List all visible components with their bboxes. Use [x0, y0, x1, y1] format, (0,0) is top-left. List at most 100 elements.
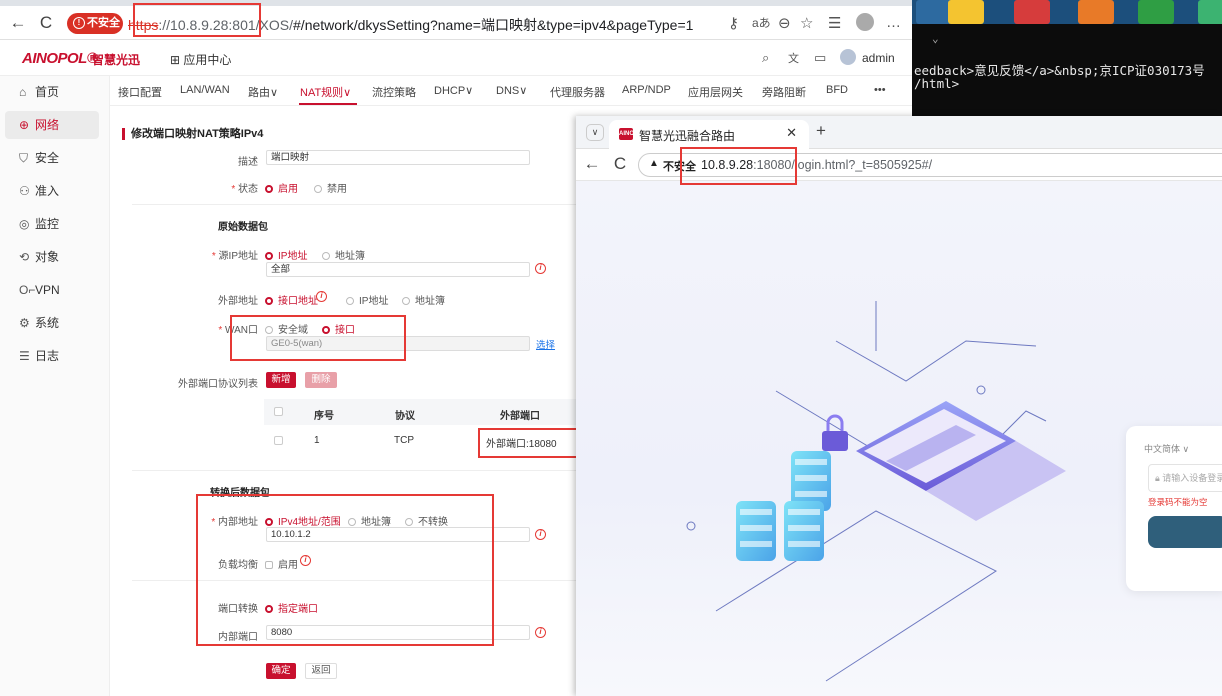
nav-tab-1[interactable]: LAN/WAN — [180, 84, 230, 96]
monitor-icon: ◎ — [19, 217, 30, 231]
sidebar-item-0[interactable]: ⌂ 首页 — [5, 78, 99, 106]
home-icon: ⌂ — [19, 85, 27, 99]
back-arrow-icon[interactable]: ← — [582, 154, 602, 174]
row-checkbox[interactable] — [274, 436, 283, 445]
sidebar: ⌂ 首页 ⊕ 网络 ⛉ 安全 ⚇ 准入 ◎ 监控 ⟲ 对象 O⌐VPN ⚙ 系统 ☰ 日志 — [0, 76, 110, 696]
src-book-radio[interactable]: 地址簿 — [322, 247, 365, 262]
warning-icon: i — [316, 291, 327, 302]
profile-icon[interactable] — [856, 13, 874, 31]
app-center-link[interactable]: ⊞ 应用中心 — [170, 51, 231, 68]
nav-tab-2[interactable]: 路由∨ — [248, 84, 278, 100]
app-icon[interactable] — [1078, 0, 1114, 24]
delete-button[interactable]: 删除 — [305, 372, 337, 388]
sidebar-item-7[interactable]: ⚙ 系统 — [5, 309, 99, 337]
zoom-icon[interactable]: ⊖ — [778, 14, 791, 32]
status-label: * 状态 — [231, 184, 258, 195]
column-header: 协议 — [395, 411, 415, 422]
ext-ip-option-label: IP地址 — [359, 296, 389, 307]
nav-tab-6[interactable]: DNS∨ — [496, 84, 527, 97]
avatar[interactable] — [840, 49, 856, 65]
nav-tab-11[interactable]: BFD — [826, 84, 848, 96]
app-header: AINOPOL® 智慧光迅 ⊞ 应用中心 ⌕ 文 ▭ admin — [0, 40, 912, 76]
select-all-checkbox[interactable] — [274, 407, 283, 416]
status-disable-label: 禁用 — [327, 184, 347, 195]
ext-ip-radio[interactable]: IP地址 — [346, 292, 388, 307]
browser-tab[interactable]: AINO 智慧光迅融合路由 ✕ — [609, 120, 809, 149]
ext-iface-radio[interactable]: 接口地址 — [265, 292, 318, 307]
back-button[interactable]: 返回 — [305, 663, 337, 679]
nav-tab-12[interactable]: ••• — [874, 84, 886, 96]
src-ip-select[interactable]: 全部 — [266, 262, 530, 277]
object-icon: ⟲ — [19, 250, 30, 264]
users-icon: ⚇ — [19, 184, 30, 198]
password-key-icon[interactable]: ⚷ — [728, 14, 739, 32]
language-icon[interactable]: 文 — [788, 50, 799, 66]
table-header: 序号 协议 外部端口 — [264, 399, 576, 425]
add-button[interactable]: 新增 — [266, 372, 296, 388]
security-label: 不安全 — [87, 17, 120, 29]
taskbar — [912, 0, 1222, 24]
src-ip-radio[interactable]: IP地址 — [265, 247, 307, 262]
app-icon[interactable] — [1138, 0, 1174, 24]
desc-input[interactable]: 端口映射 — [266, 150, 530, 165]
sidebar-item-8[interactable]: ☰ 日志 — [5, 342, 99, 370]
sidebar-item-label: 系统 — [35, 316, 60, 330]
password-input[interactable]: 🔒︎ 请输入设备登录 — [1148, 464, 1222, 492]
save-icon[interactable]: ▭ — [814, 50, 826, 66]
login-button[interactable] — [1148, 516, 1222, 548]
new-tab-icon[interactable]: + — [816, 121, 826, 141]
status-disable-radio[interactable]: 禁用 — [314, 180, 347, 195]
sidebar-item-1[interactable]: ⊕ 网络 — [5, 111, 99, 139]
security-badge[interactable]: ! 不安全 — [67, 13, 123, 34]
sidebar-item-2[interactable]: ⛉ 安全 — [5, 144, 99, 172]
row-protocol: TCP — [394, 435, 414, 446]
src-ip-label: * 源IP地址 — [211, 251, 258, 262]
app-icon[interactable] — [916, 0, 952, 24]
translate-icon[interactable]: aあ — [752, 14, 771, 31]
favorites-list-icon[interactable]: ☰ — [828, 14, 841, 32]
app-icon[interactable] — [1198, 0, 1222, 24]
terminal-line: /html> — [914, 76, 960, 91]
nav-tab-4[interactable]: 流控策略 — [372, 84, 416, 100]
ext-book-option-label: 地址簿 — [415, 296, 445, 307]
back-arrow-icon[interactable]: ← — [8, 13, 28, 33]
favorite-star-icon[interactable]: ☆ — [800, 14, 813, 32]
confirm-button[interactable]: 确定 — [266, 663, 296, 679]
terminal-dropdown-icon[interactable]: ⌄ — [932, 32, 939, 45]
nav-tab-10[interactable]: 旁路阻断 — [762, 84, 806, 100]
sidebar-item-5[interactable]: ⟲ 对象 — [5, 243, 99, 271]
app-icon[interactable] — [1014, 0, 1050, 24]
reload-icon[interactable]: C — [610, 154, 630, 174]
sidebar-item-6[interactable]: O⌐VPN — [5, 276, 99, 304]
reload-icon[interactable]: C — [36, 13, 56, 33]
language-select[interactable]: 中文简体 ∨ — [1144, 442, 1189, 455]
status-enable-radio[interactable]: 启用 — [265, 180, 298, 195]
desc-label: 描述 — [238, 157, 258, 168]
sidebar-item-4[interactable]: ◎ 监控 — [5, 210, 99, 238]
warning-triangle-icon: ▲ — [649, 158, 659, 169]
nav-tab-5[interactable]: DHCP∨ — [434, 84, 473, 97]
ext-book-radio[interactable]: 地址簿 — [402, 292, 445, 307]
top-nav: 接口配置 LAN/WAN 路由∨ NAT规则∨ 流控策略 DHCP∨ DNS∨ 代理服务器 AR… — [110, 76, 912, 106]
sidebar-item-label: 对象 — [35, 250, 60, 264]
nav-tab-7[interactable]: 代理服务器 — [550, 84, 605, 100]
status-label-text: 状态 — [238, 184, 258, 195]
tab-actions-icon[interactable]: ∨ — [586, 124, 604, 141]
app-icon[interactable] — [948, 0, 984, 24]
nav-tab-0[interactable]: 接口配置 — [118, 84, 162, 100]
close-icon[interactable]: ✕ — [786, 125, 797, 141]
divider — [132, 470, 576, 471]
search-icon[interactable]: ⌕ — [762, 50, 769, 66]
sidebar-item-3[interactable]: ⚇ 准入 — [5, 177, 99, 205]
warning-icon: i — [535, 529, 546, 540]
select-link[interactable]: 选择 — [536, 337, 555, 351]
src-book-option-label: 地址簿 — [335, 251, 365, 262]
username-label[interactable]: admin — [862, 51, 895, 65]
sidebar-item-label: 监控 — [35, 217, 60, 231]
nav-tab-8[interactable]: ARP/NDP — [622, 84, 671, 96]
highlight-box-url2 — [680, 147, 797, 185]
more-menu-icon[interactable]: … — [886, 14, 901, 31]
nav-tab-9[interactable]: 应用层网关 — [688, 84, 743, 100]
shield-icon: ⛉ — [19, 151, 29, 165]
nav-tab-3[interactable]: NAT规则∨ — [300, 84, 351, 100]
